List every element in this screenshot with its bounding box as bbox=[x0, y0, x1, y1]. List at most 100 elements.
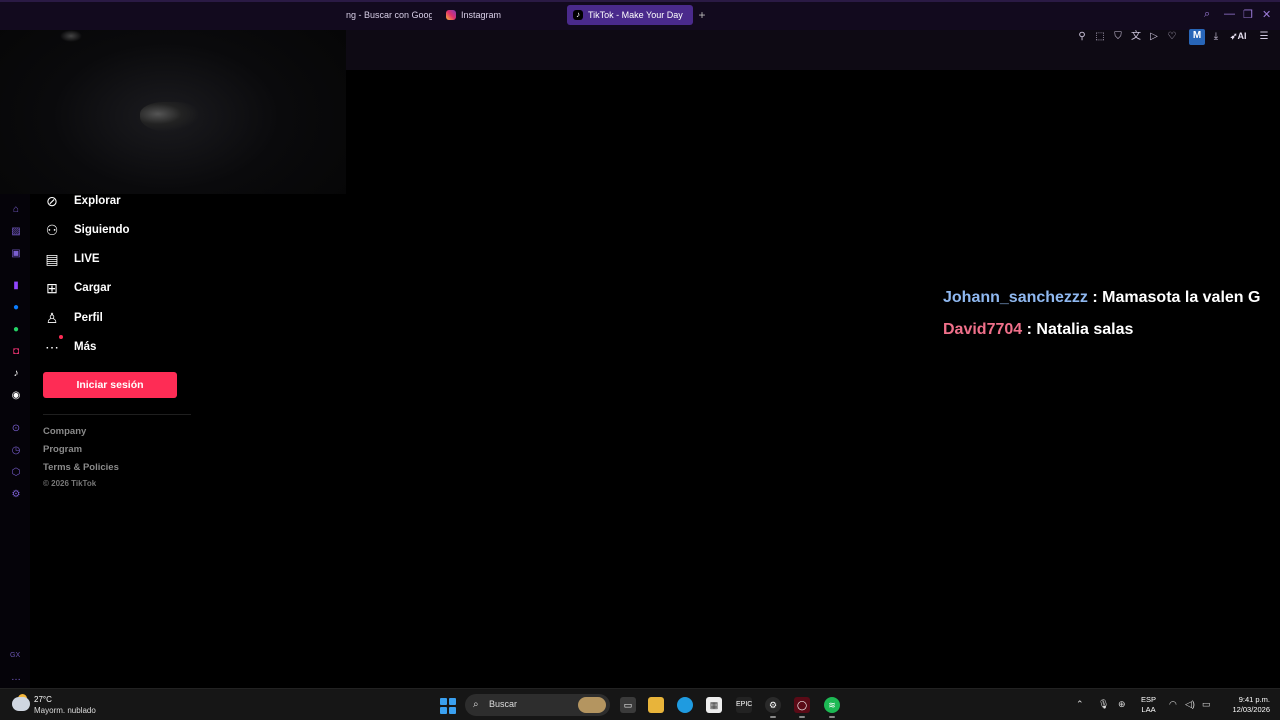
instagram-icon[interactable]: ◘ bbox=[10, 346, 22, 358]
nav-label: Más bbox=[74, 341, 97, 353]
weather-condition[interactable]: Mayorm. nublado bbox=[34, 706, 96, 715]
file-explorer-icon[interactable]: ▭ bbox=[620, 697, 636, 713]
player-icon[interactable]: ▣ bbox=[10, 248, 22, 260]
language-code: ESP bbox=[1141, 695, 1157, 704]
compass-icon: ⊘ bbox=[46, 193, 58, 209]
twitch-icon[interactable]: ▮ bbox=[10, 280, 22, 292]
tab-tiktok[interactable]: ♪ TikTok - Make Your Day bbox=[567, 5, 693, 25]
gx-sidebar bbox=[0, 194, 30, 688]
gxcorner-icon[interactable]: ▨ bbox=[10, 226, 22, 238]
messenger-icon[interactable]: ● bbox=[10, 302, 22, 314]
speed-dial-icon[interactable]: ⊙ bbox=[10, 423, 22, 435]
nav-label: Siguiendo bbox=[74, 224, 130, 236]
chat-message: Johann_sanchezzz : Mamasota la valen G bbox=[943, 289, 1260, 307]
new-tab-button[interactable]: + bbox=[695, 8, 709, 22]
nav-label: LIVE bbox=[74, 253, 100, 265]
opera-gx-icon[interactable]: ◯ bbox=[794, 697, 810, 718]
footer-link-program[interactable]: Program bbox=[43, 444, 82, 455]
play-icon[interactable]: ▷ bbox=[1147, 30, 1161, 44]
footer-link-company[interactable]: Company bbox=[43, 426, 86, 437]
extensions-icon[interactable]: ⬡ bbox=[10, 467, 22, 479]
volume-icon[interactable]: ◁) bbox=[1185, 699, 1195, 710]
nav-label: Perfil bbox=[74, 312, 103, 324]
gx-label: GX bbox=[10, 652, 21, 659]
wifi-icon[interactable]: ◠ bbox=[1169, 699, 1177, 710]
nav-live[interactable]: ▤ LIVE bbox=[44, 248, 194, 270]
windows-start-icon[interactable] bbox=[440, 698, 456, 714]
tray-overflow-icon[interactable]: ⌃ bbox=[1076, 699, 1084, 710]
login-button[interactable]: Iniciar sesión bbox=[43, 372, 177, 398]
epic-games-icon[interactable]: EPIC bbox=[736, 697, 752, 713]
nav-siguiendo[interactable]: ⚇ Siguiendo bbox=[44, 219, 194, 241]
person-icon: ♙ bbox=[45, 310, 59, 326]
chat-separator: : bbox=[1092, 289, 1098, 306]
plus-square-icon: ⊞ bbox=[46, 280, 58, 296]
history-icon[interactable]: ◷ bbox=[10, 445, 22, 457]
clock-date: 12/03/2026 bbox=[1232, 705, 1270, 714]
browser-tab-strip: ng - Buscar con Goog Instagram ♪ TikTok … bbox=[0, 0, 1280, 30]
taskbar-search[interactable]: ⌕ Buscar bbox=[465, 694, 610, 716]
whatsapp-icon[interactable]: ● bbox=[10, 324, 22, 336]
nav-label: Cargar bbox=[74, 282, 112, 294]
settings-icon[interactable]: ⚙ bbox=[10, 489, 22, 501]
webcam-subject bbox=[140, 102, 200, 132]
search-tabs-icon[interactable]: ⌕ bbox=[1204, 8, 1210, 21]
tiktok-icon: ♪ bbox=[573, 10, 583, 20]
minimize-icon[interactable]: — bbox=[1224, 8, 1235, 20]
search-placeholder: Buscar bbox=[489, 699, 518, 709]
chat-separator: : bbox=[1026, 321, 1032, 338]
translate-icon[interactable]: 文 bbox=[1129, 30, 1143, 44]
shield-icon[interactable]: ⛉ bbox=[1111, 30, 1125, 44]
nav-label: Explorar bbox=[74, 195, 121, 207]
chat-username: Johann_sanchezzz bbox=[943, 289, 1088, 306]
nav-divider bbox=[43, 414, 191, 415]
spotify-icon[interactable]: ≋ bbox=[824, 697, 840, 718]
footer-link-terms[interactable]: Terms & Policies bbox=[43, 462, 119, 473]
heart-icon[interactable]: ♡ bbox=[1165, 30, 1179, 44]
more-icon[interactable]: … bbox=[10, 672, 22, 684]
tab-label: TikTok - Make Your Day bbox=[588, 10, 683, 20]
weather-temp[interactable]: 27°C bbox=[34, 695, 52, 704]
copyright: © 2026 TikTok bbox=[43, 479, 97, 488]
notification-dot bbox=[59, 335, 63, 339]
keyboard-layout: LAA bbox=[1141, 705, 1156, 714]
weather-cloud-icon[interactable] bbox=[12, 697, 30, 711]
nav-explorar[interactable]: ⊘ Explorar bbox=[44, 190, 194, 212]
vpn-icon[interactable]: ⊕ bbox=[1118, 699, 1126, 710]
discord-icon[interactable]: ◉ bbox=[10, 390, 22, 402]
live-tv-icon: ▤ bbox=[45, 251, 59, 267]
tiktok-icon[interactable]: ♪ bbox=[10, 368, 22, 380]
search-highlight-icon bbox=[578, 697, 606, 713]
folder-icon[interactable] bbox=[648, 697, 664, 713]
steam-icon[interactable]: ⚙ bbox=[765, 697, 781, 718]
more-dots-icon: ⋯ bbox=[45, 339, 59, 355]
chat-text: Natalia salas bbox=[1036, 321, 1134, 338]
pin-icon[interactable]: ⚲ bbox=[1075, 30, 1089, 44]
store-icon[interactable]: ▦ bbox=[706, 697, 722, 713]
snapshot-icon[interactable]: ⬚ bbox=[1093, 30, 1107, 44]
tab-label: ng - Buscar con Goog bbox=[346, 10, 432, 20]
microphone-icon[interactable]: 🎙 bbox=[1098, 699, 1109, 710]
language-indicator[interactable]: ESP LAA bbox=[1141, 695, 1156, 715]
aria-ai-button[interactable]: ➶AI bbox=[1230, 31, 1247, 42]
menu-icon[interactable]: ☰ bbox=[1257, 30, 1271, 44]
user-follow-icon: ⚇ bbox=[45, 222, 59, 238]
instagram-icon bbox=[446, 10, 456, 20]
tab-google[interactable]: ng - Buscar con Goog bbox=[340, 5, 432, 25]
nav-cargar[interactable]: ⊞ Cargar bbox=[44, 277, 194, 299]
tab-strip-accent bbox=[0, 0, 1280, 2]
webcam-highlight bbox=[60, 30, 82, 42]
restore-icon[interactable]: ❐ bbox=[1243, 8, 1253, 21]
windows-taskbar: 27°C Mayorm. nublado ⌕ Buscar ▭ ▦ EPIC ⚙… bbox=[0, 688, 1280, 720]
aria-icon[interactable]: ⌂ bbox=[10, 204, 22, 216]
system-clock[interactable]: 9:41 p.m. 12/03/2026 bbox=[1226, 695, 1270, 715]
download-icon[interactable]: ⤓ bbox=[1209, 30, 1223, 44]
profile-avatar[interactable]: M bbox=[1189, 29, 1205, 45]
nav-mas[interactable]: ⋯ Más bbox=[44, 335, 194, 358]
battery-icon[interactable]: ▭ bbox=[1202, 699, 1211, 710]
nav-perfil[interactable]: ♙ Perfil bbox=[44, 307, 194, 329]
edge-icon[interactable] bbox=[677, 697, 693, 713]
tab-instagram[interactable]: Instagram bbox=[440, 5, 560, 25]
chat-username: David7704 bbox=[943, 321, 1023, 338]
close-icon[interactable]: ✕ bbox=[1262, 8, 1271, 21]
